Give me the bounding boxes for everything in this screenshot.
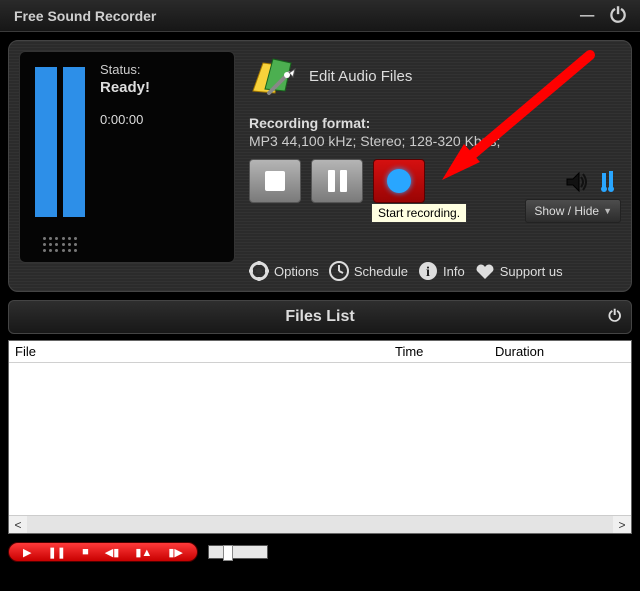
- options-label: Options: [274, 264, 319, 279]
- scroll-track[interactable]: [27, 516, 613, 534]
- player-bar: ▶ ❚❚ ■ ◀▮ ▮▲ ▮▶: [8, 540, 632, 564]
- files-list-title: Files List: [285, 308, 354, 326]
- status-label: Status:: [100, 62, 224, 77]
- edit-audio-icon: [249, 55, 297, 97]
- horizontal-scrollbar[interactable]: < >: [9, 515, 631, 533]
- show-hide-button[interactable]: Show / Hide ▼: [525, 199, 621, 223]
- player-pause-icon[interactable]: ❚❚: [48, 546, 66, 559]
- vu-bar-right: [63, 67, 85, 217]
- files-list-columns: File Time Duration: [9, 341, 631, 363]
- slider-thumb[interactable]: [223, 545, 233, 561]
- schedule-label: Schedule: [354, 264, 408, 279]
- files-list-power-button[interactable]: ⏻: [608, 308, 621, 326]
- col-duration[interactable]: Duration: [489, 344, 631, 359]
- player-seek-slider[interactable]: [208, 545, 268, 559]
- status-time: 0:00:00: [100, 112, 224, 127]
- recording-format-value: MP3 44,100 kHz; Stereo; 128-320 Kbps;: [249, 133, 621, 149]
- stop-icon: [265, 171, 285, 191]
- player-next-icon[interactable]: ▮▶: [168, 546, 183, 559]
- support-label: Support us: [500, 264, 563, 279]
- heart-icon: [475, 261, 495, 281]
- pause-icon: [328, 170, 347, 192]
- files-list-header: Files List ⏻: [8, 300, 632, 334]
- scroll-left[interactable]: <: [9, 518, 27, 532]
- led-grid: [43, 237, 58, 252]
- vu-meter-bars: [35, 62, 85, 217]
- files-list: File Time Duration < >: [8, 340, 632, 534]
- player-controls: ▶ ❚❚ ■ ◀▮ ▮▲ ▮▶: [8, 542, 198, 562]
- recording-format-label: Recording format:: [249, 115, 621, 131]
- led-grid: [62, 237, 77, 252]
- stop-button[interactable]: [249, 159, 301, 203]
- speaker-icon[interactable]: [565, 171, 589, 193]
- player-stop-icon[interactable]: ■: [82, 546, 89, 558]
- power-button[interactable]: ⏻: [610, 6, 626, 26]
- chevron-down-icon: ▼: [603, 206, 612, 216]
- record-tooltip: Start recording.: [371, 203, 467, 223]
- record-button[interactable]: [373, 159, 425, 203]
- svg-text:i: i: [426, 265, 430, 280]
- info-button[interactable]: i Info: [418, 261, 465, 281]
- vu-bar-left: [35, 67, 57, 217]
- scroll-right[interactable]: >: [613, 518, 631, 532]
- support-button[interactable]: Support us: [475, 261, 563, 281]
- music-icon[interactable]: [599, 171, 621, 193]
- edit-audio-files[interactable]: Edit Audio Files: [249, 55, 621, 97]
- right-panel: Edit Audio Files Recording format: MP3 4…: [249, 51, 621, 281]
- titlebar: Free Sound Recorder ─ ⏻: [0, 0, 640, 32]
- show-hide-label: Show / Hide: [534, 204, 599, 218]
- edit-audio-label: Edit Audio Files: [309, 68, 412, 85]
- col-file[interactable]: File: [9, 344, 389, 359]
- vu-meter-box: Status: Ready! 0:00:00: [19, 51, 235, 263]
- options-button[interactable]: Options: [249, 261, 319, 281]
- pause-button[interactable]: [311, 159, 363, 203]
- clock-icon: [329, 261, 349, 281]
- minimize-button[interactable]: ─: [580, 6, 594, 26]
- record-icon: [387, 169, 411, 193]
- player-play-icon[interactable]: ▶: [23, 546, 31, 559]
- app-title: Free Sound Recorder: [14, 8, 156, 24]
- gear-icon: [249, 261, 269, 281]
- status-value: Ready!: [100, 79, 224, 96]
- col-time[interactable]: Time: [389, 344, 489, 359]
- player-up-icon[interactable]: ▮▲: [135, 546, 152, 559]
- player-prev-icon[interactable]: ◀▮: [105, 546, 120, 559]
- info-icon: i: [418, 261, 438, 281]
- info-label: Info: [443, 264, 465, 279]
- top-panel: Status: Ready! 0:00:00 Edit Audio Files …: [8, 40, 632, 292]
- schedule-button[interactable]: Schedule: [329, 261, 408, 281]
